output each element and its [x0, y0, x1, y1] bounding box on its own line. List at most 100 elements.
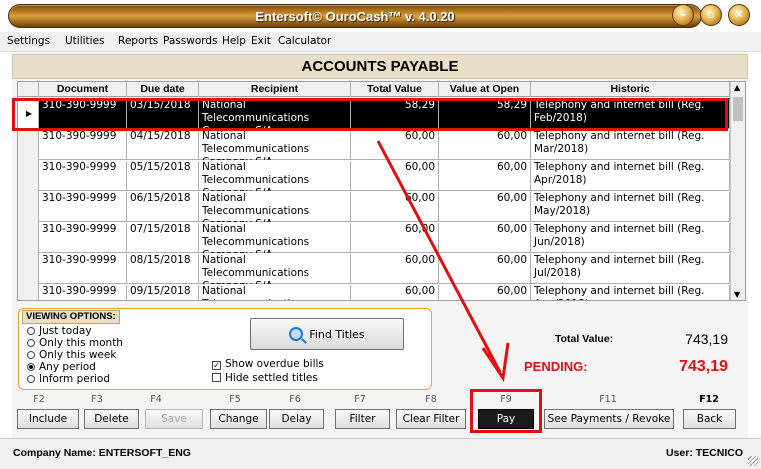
cell-due[interactable]: 05/15/2018: [127, 161, 199, 191]
pending-label: PENDING:: [524, 359, 588, 374]
cell-total[interactable]: 60,00: [351, 285, 439, 300]
cell-open[interactable]: 60,00: [439, 254, 531, 284]
menu-help[interactable]: Help: [222, 35, 246, 47]
cell-document[interactable]: 310-390-9999: [39, 192, 127, 222]
radio-just-today[interactable]: Just today: [27, 325, 92, 337]
column-recipient[interactable]: Recipient: [199, 82, 351, 97]
cell-historic[interactable]: Telephony and internet bill (Reg. Mar/20…: [531, 130, 730, 160]
close-icon: ✕: [734, 8, 744, 21]
cell-recipient[interactable]: National Telecommunications Company S/A: [199, 254, 351, 284]
table-row[interactable]: 310-390-9999 05/15/2018 National Telecommu…: [18, 160, 730, 191]
column-document[interactable]: Document: [39, 82, 127, 97]
table-row[interactable]: 310-390-9999 07/15/2018 National Telecommu…: [18, 222, 730, 253]
menu-exit[interactable]: Exit: [251, 35, 271, 47]
radio-only-this-month[interactable]: Only this month: [27, 337, 123, 349]
cell-document[interactable]: 310-390-9999: [39, 130, 127, 160]
cell-open[interactable]: 60,00: [439, 223, 531, 253]
cell-due[interactable]: 06/15/2018: [127, 192, 199, 222]
menu-reports[interactable]: Reports: [118, 35, 158, 47]
cell-total[interactable]: 60,00: [351, 192, 439, 222]
cell-total[interactable]: 60,00: [351, 130, 439, 160]
cell-open[interactable]: 60,00: [439, 285, 531, 300]
minimize-button[interactable]: –: [672, 4, 694, 26]
window-title: Entersoft© OuroCash™ v. 4.0.20: [255, 9, 455, 24]
table-row[interactable]: 310-390-9999 08/15/2018 National Telecommu…: [18, 253, 730, 284]
cell-open[interactable]: 60,00: [439, 192, 531, 222]
cell-open[interactable]: 60,00: [439, 161, 531, 191]
resize-grip-icon[interactable]: [748, 456, 758, 466]
cell-recipient[interactable]: National Telecommunications Company S/A: [199, 285, 351, 300]
change-button[interactable]: Change: [210, 409, 267, 429]
table-row[interactable]: 310-390-999909/15/2018National Telecommu…: [18, 284, 730, 300]
cell-document[interactable]: 310-390-9999: [39, 254, 127, 284]
menu-passwords[interactable]: Passwords: [163, 35, 218, 47]
cell-total[interactable]: 60,00: [351, 254, 439, 284]
back-button[interactable]: Back: [683, 409, 736, 429]
include-button[interactable]: Include: [17, 409, 79, 429]
menu-settings[interactable]: Settings: [7, 35, 50, 47]
checkbox-hide-settled[interactable]: Hide settled titles: [212, 372, 318, 384]
cell-historic[interactable]: Telephony and internet bill (Reg. May/20…: [531, 192, 730, 222]
cell-historic[interactable]: Telephony and internet bill (Reg. Apr/20…: [531, 161, 730, 191]
cell-document[interactable]: 310-390-9999: [39, 285, 127, 300]
delay-button[interactable]: Delay: [269, 409, 324, 429]
column-value-at-open[interactable]: Value at Open: [439, 82, 531, 97]
row-indicator[interactable]: [18, 222, 39, 253]
radio-dot: [27, 363, 35, 371]
cell-recipient[interactable]: National Telecommunications Company S/A: [199, 192, 351, 222]
checkbox-label: Show overdue bills: [225, 358, 324, 370]
cell-due[interactable]: 08/15/2018: [127, 254, 199, 284]
row-indicator[interactable]: [18, 129, 39, 160]
scroll-down-icon[interactable]: ▼: [734, 290, 740, 299]
cell-total[interactable]: 60,00: [351, 161, 439, 191]
cell-historic[interactable]: Telephony and internet bill (Reg. Jun/20…: [531, 223, 730, 253]
cell-recipient[interactable]: National Telecommunications Company S/A: [199, 130, 351, 160]
checkbox-label: Hide settled titles: [225, 372, 318, 384]
table-row[interactable]: 310-390-9999 06/15/2018 National Telecommu…: [18, 191, 730, 222]
table-row[interactable]: 310-390-9999 04/15/2018 National Telecommu…: [18, 129, 730, 160]
menu-utilities[interactable]: Utilities: [65, 35, 105, 47]
scroll-up-icon[interactable]: ▲: [734, 83, 740, 92]
row-indicator[interactable]: [18, 191, 39, 222]
cell-due[interactable]: 04/15/2018: [127, 130, 199, 160]
fkey-label-f5: F5: [229, 394, 241, 405]
fkey-label-f8: F8: [425, 394, 437, 405]
radio-only-this-week[interactable]: Only this week: [27, 349, 116, 361]
column-due-date[interactable]: Due date: [127, 82, 199, 97]
radio-inform-period[interactable]: Inform period: [27, 373, 110, 385]
menu-calculator[interactable]: Calculator: [278, 35, 331, 47]
delete-button[interactable]: Delete: [84, 409, 139, 429]
grid-header: Document Due date Recipient Total Value …: [18, 82, 730, 97]
scroll-thumb[interactable]: [733, 97, 743, 121]
title-pill: Entersoft© OuroCash™ v. 4.0.20: [8, 4, 702, 28]
radio-any-period[interactable]: Any period: [27, 361, 96, 373]
checkbox-show-overdue[interactable]: ✓ Show overdue bills: [212, 358, 324, 370]
grid-scrollbar[interactable]: ▲ ▼: [730, 82, 745, 300]
cell-historic[interactable]: Telephony and internet bill (Reg. Aug/20…: [531, 285, 730, 300]
row-indicator[interactable]: [18, 284, 39, 300]
cell-recipient[interactable]: National Telecommunications Company S/A: [199, 223, 351, 253]
close-button[interactable]: ✕: [728, 4, 750, 26]
cell-document[interactable]: 310-390-9999: [39, 161, 127, 191]
status-bar: Company Name: ENTERSOFT_ENG User: TECNIC…: [0, 438, 761, 469]
cell-recipient[interactable]: National Telecommunications Company S/A: [199, 161, 351, 191]
row-indicator[interactable]: [18, 253, 39, 284]
column-historic[interactable]: Historic: [531, 82, 730, 97]
cell-historic[interactable]: Telephony and internet bill (Reg. Jul/20…: [531, 254, 730, 284]
cell-open[interactable]: 60,00: [439, 130, 531, 160]
cell-due[interactable]: 09/15/2018: [127, 285, 199, 300]
clear-filter-button[interactable]: Clear Filter: [396, 409, 466, 429]
cell-total[interactable]: 60,00: [351, 223, 439, 253]
find-titles-button[interactable]: Find Titles: [250, 318, 404, 350]
see-payments-revoke-button[interactable]: See Payments / Revoke: [544, 409, 674, 429]
maximize-button[interactable]: ▫: [700, 4, 722, 26]
cell-document[interactable]: 310-390-9999: [39, 223, 127, 253]
fkey-label-f11: F11: [599, 394, 617, 405]
row-indicator[interactable]: [18, 160, 39, 191]
fkey-label-f2: F2: [33, 394, 45, 405]
cell-due[interactable]: 07/15/2018: [127, 223, 199, 253]
filter-button[interactable]: Filter: [335, 409, 390, 429]
current-user: User: TECNICO: [665, 447, 743, 459]
column-total-value[interactable]: Total Value: [351, 82, 439, 97]
save-button[interactable]: Save: [145, 409, 203, 429]
